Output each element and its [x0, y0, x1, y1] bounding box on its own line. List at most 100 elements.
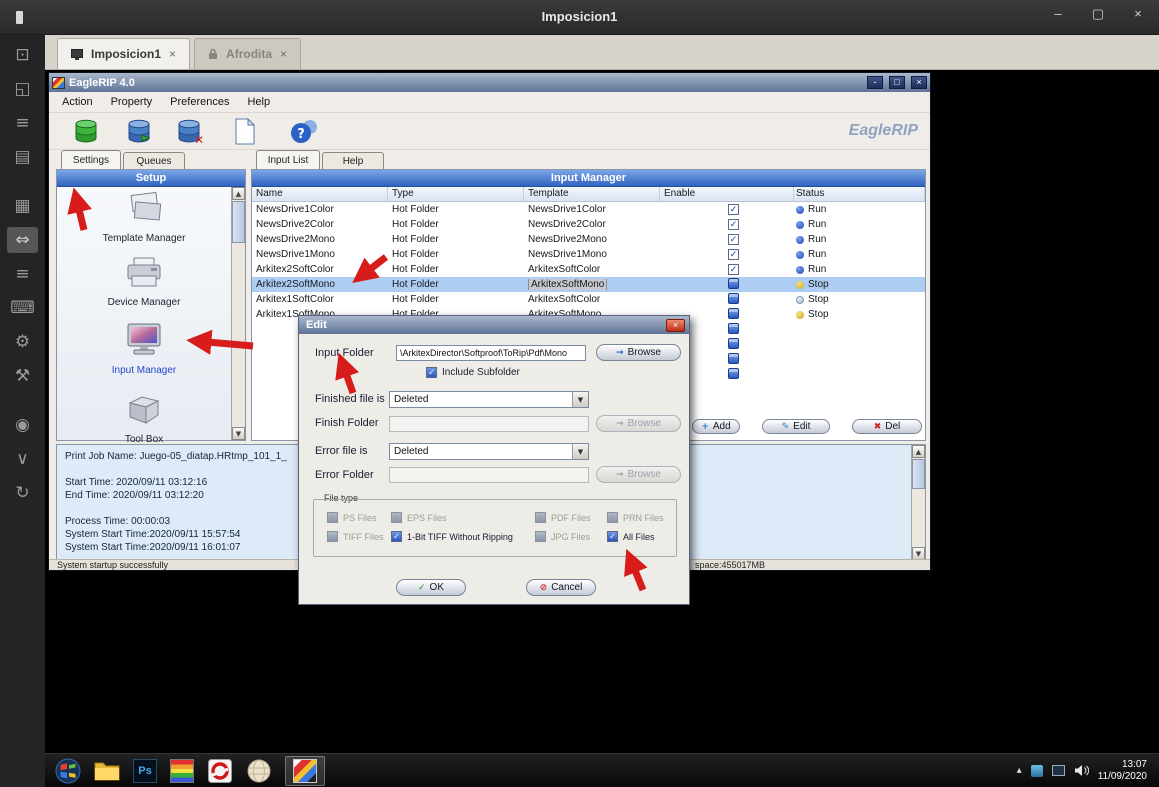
all-files-checkbox[interactable]: All Files	[607, 531, 676, 542]
rip-close-button[interactable]: ×	[911, 76, 927, 89]
enable-checkbox[interactable]	[728, 323, 739, 334]
chevron-down-icon[interactable]: ∨	[7, 446, 38, 472]
table-row[interactable]: NewsDrive2Color Hot Folder NewsDrive2Col…	[252, 217, 925, 232]
file-explorer-icon[interactable]	[94, 758, 120, 784]
column-header[interactable]: Status	[794, 187, 925, 201]
scaled-mode-icon[interactable]: ◱	[7, 76, 38, 102]
prn-files-checkbox[interactable]: PRN Files	[607, 512, 676, 523]
tools-icon[interactable]: ⚒	[7, 363, 38, 389]
tab-help[interactable]: Help	[322, 152, 384, 169]
include-subfolder-checkbox[interactable]: Include Subfolder	[426, 367, 520, 378]
eps-files-checkbox[interactable]: EPS Files	[391, 512, 535, 523]
rip-minimize-button[interactable]: -	[867, 76, 883, 89]
tab-input-list[interactable]: Input List	[256, 150, 320, 169]
table-row[interactable]: NewsDrive1Color Hot Folder NewsDrive1Col…	[252, 202, 925, 217]
checkbox-box[interactable]	[391, 512, 402, 523]
tab-afrodita[interactable]: Afrodita ×	[194, 38, 301, 69]
setup-scrollbar[interactable]: ▲ ▼	[231, 187, 245, 440]
tab-queues[interactable]: Queues	[123, 152, 185, 169]
fullscreen-icon[interactable]: ⊡	[7, 42, 38, 68]
close-button[interactable]: ×	[1129, 6, 1147, 22]
setup-item-input-manager[interactable]: Input Manager	[65, 322, 223, 376]
image-viewer-icon[interactable]	[170, 759, 194, 783]
tab-imposicion1[interactable]: Imposicion1 ×	[57, 38, 190, 69]
job-start-icon[interactable]	[126, 118, 152, 145]
minimize-button[interactable]: –	[1049, 6, 1067, 22]
table-row[interactable]: NewsDrive1Mono Hot Folder NewsDrive1Mono…	[252, 247, 925, 262]
help-icon[interactable]: ?	[289, 118, 319, 146]
checkbox-box[interactable]	[607, 512, 618, 523]
log-scrollbar[interactable]: ▲ ▼	[911, 445, 925, 560]
column-header[interactable]: Type	[388, 187, 524, 201]
checkbox-box[interactable]	[327, 512, 338, 523]
column-header[interactable]: Name	[252, 187, 388, 201]
settings-gear-icon[interactable]: ⚙	[7, 329, 38, 355]
resize-window-icon[interactable]: ⇔	[7, 227, 38, 253]
enable-checkbox[interactable]	[728, 293, 739, 304]
checkbox-box[interactable]	[535, 512, 546, 523]
job-delete-icon[interactable]: ✕	[176, 118, 204, 145]
chevron-down-icon[interactable]: ▼	[572, 392, 588, 407]
edit-button[interactable]: ✎ Edit	[762, 419, 830, 434]
photoshop-icon[interactable]: Ps	[133, 759, 157, 783]
job-submit-icon[interactable]	[73, 118, 99, 145]
input-folder-browse-button[interactable]: → Browse	[596, 344, 681, 361]
tray-volume-icon[interactable]	[1074, 764, 1089, 777]
tab-close-icon[interactable]: ×	[169, 47, 176, 61]
delete-button[interactable]: ✖ Del	[852, 419, 922, 434]
maximize-button[interactable]: ▢	[1089, 6, 1107, 22]
table-row[interactable]: Arkitex2SoftColor Hot Folder ArkitexSoft…	[252, 262, 925, 277]
active-app-slot[interactable]	[285, 756, 325, 786]
scroll-thumb[interactable]	[912, 459, 925, 489]
error-file-select[interactable]: Deleted ▼	[389, 443, 589, 460]
menu-item[interactable]: Help	[238, 96, 279, 108]
jpg-files-checkbox[interactable]: JPG Files	[535, 531, 607, 542]
menu-item[interactable]: Property	[102, 96, 162, 108]
screenshot-icon[interactable]: ◉	[7, 412, 38, 438]
tab-settings[interactable]: Settings	[61, 150, 121, 169]
column-header[interactable]: Template	[524, 187, 660, 201]
column-header[interactable]: Enable	[660, 187, 794, 201]
input-folder-field[interactable]	[397, 348, 585, 358]
menu-icon[interactable]: ≡	[7, 110, 38, 136]
reconnect-icon[interactable]: ↻	[7, 480, 38, 506]
rip-maximize-button[interactable]: □	[889, 76, 905, 89]
menu-item[interactable]: Action	[53, 96, 102, 108]
pdf-files-checkbox[interactable]: PDF Files	[535, 512, 607, 523]
enable-checkbox[interactable]	[728, 219, 739, 230]
setup-item-device-manager[interactable]: Device Manager	[65, 256, 223, 308]
browser-globe-icon[interactable]	[246, 758, 272, 784]
ok-button[interactable]: ✓ OK	[396, 579, 466, 596]
tab-close-icon[interactable]: ×	[280, 47, 287, 61]
enable-checkbox[interactable]	[728, 278, 739, 289]
enable-checkbox[interactable]	[728, 204, 739, 215]
table-row[interactable]: NewsDrive2Mono Hot Folder NewsDrive2Mono…	[252, 232, 925, 247]
start-button[interactable]	[55, 758, 81, 784]
scroll-up-icon[interactable]: ▲	[912, 445, 925, 458]
acrobat-icon[interactable]	[207, 758, 233, 784]
ps-files-checkbox[interactable]: PS Files	[327, 512, 391, 523]
taskbar-clock[interactable]: 13:07 11/09/2020	[1098, 759, 1147, 783]
table-row[interactable]: Arkitex1SoftColor Hot Folder ArkitexSoft…	[252, 292, 925, 307]
scroll-up-icon[interactable]: ▲	[232, 187, 245, 200]
tray-expand-icon[interactable]: ▴	[1017, 765, 1022, 776]
setup-item-template-manager[interactable]: Template Manager	[65, 190, 223, 244]
side-panel-icon[interactable]: ▤	[7, 144, 38, 170]
enable-checkbox[interactable]	[728, 353, 739, 364]
keyboard-icon[interactable]: ⌨	[7, 295, 38, 321]
chevron-down-icon[interactable]: ▼	[572, 444, 588, 459]
menu-item[interactable]: Preferences	[161, 96, 238, 108]
onebit-tiff-checkbox[interactable]: 1-Bit TIFF Without Ripping	[391, 531, 535, 542]
tiff-files-checkbox[interactable]: TIFF Files	[327, 531, 391, 542]
enable-checkbox[interactable]	[728, 249, 739, 260]
table-row[interactable]: Arkitex2SoftMono Hot Folder ArkitexSoftM…	[252, 277, 925, 292]
enable-checkbox[interactable]	[728, 234, 739, 245]
list-icon[interactable]: ≡	[7, 261, 38, 287]
cancel-button[interactable]: ⊘ Cancel	[526, 579, 596, 596]
checkbox-box[interactable]	[426, 367, 437, 378]
checkbox-box[interactable]	[535, 531, 546, 542]
enable-checkbox[interactable]	[728, 338, 739, 349]
checkbox-box[interactable]	[327, 531, 338, 542]
enable-checkbox[interactable]	[728, 308, 739, 319]
tray-status-icon[interactable]	[1031, 765, 1043, 777]
